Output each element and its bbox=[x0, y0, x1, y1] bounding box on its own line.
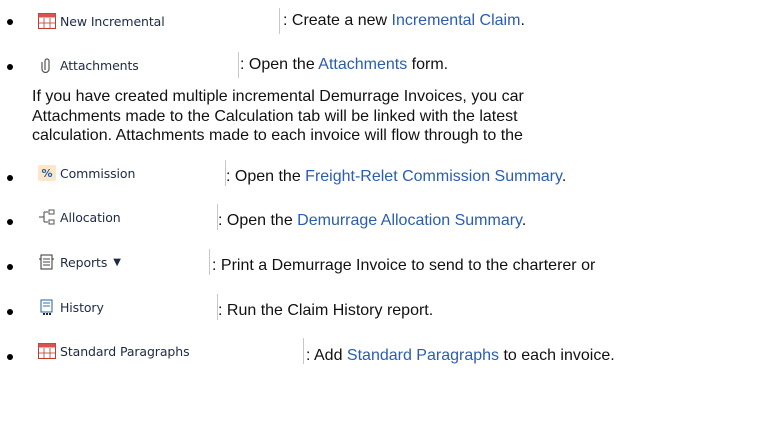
bullet bbox=[7, 64, 13, 70]
chevron-down-icon: ▼ bbox=[113, 256, 121, 268]
bullet bbox=[7, 264, 13, 270]
button-label: Standard Paragraphs bbox=[60, 343, 190, 359]
bullet bbox=[7, 19, 13, 25]
description: : Print a Demurrage Invoice to send to t… bbox=[212, 257, 596, 274]
button-label: Attachments bbox=[60, 57, 139, 73]
list-item: Standard Paragraphs : Add Standard Parag… bbox=[0, 335, 773, 375]
attachments-button[interactable]: Attachments bbox=[32, 52, 239, 78]
incremental-claim-link[interactable]: Incremental Claim bbox=[392, 12, 521, 29]
standard-paragraphs-link[interactable]: Standard Paragraphs bbox=[347, 347, 499, 364]
list-item: Allocation : Open the Demurrage Allocati… bbox=[0, 200, 773, 240]
list-item: New Incremental : Create a new Increment… bbox=[0, 0, 773, 44]
list-item: Attachments : Open the Attachments form. bbox=[0, 45, 773, 85]
note-paragraph: If you have created multiple incremental… bbox=[32, 87, 524, 146]
note-line: Attachments made to the Calculation tab … bbox=[32, 107, 518, 125]
list-item: % Commission : Open the Freight-Relet Co… bbox=[0, 156, 773, 196]
list-item: History : Run the Claim History report. bbox=[0, 290, 773, 330]
description: : Open the Attachments form. bbox=[240, 56, 449, 73]
calendar-grid-icon bbox=[38, 13, 56, 29]
description: : Run the Claim History report. bbox=[218, 302, 434, 319]
attachments-link[interactable]: Attachments bbox=[318, 56, 407, 73]
allocation-summary-link[interactable]: Demurrage Allocation Summary bbox=[297, 212, 522, 229]
history-icon bbox=[38, 299, 56, 315]
button-label: New Incremental bbox=[60, 13, 165, 29]
list-item: Reports ▼ : Print a Demurrage Invoice to… bbox=[0, 245, 773, 285]
button-label: Allocation bbox=[60, 209, 121, 225]
button-label: History bbox=[60, 299, 104, 315]
svg-text:%: % bbox=[42, 167, 53, 180]
history-button[interactable]: History bbox=[32, 294, 218, 320]
bullet bbox=[7, 219, 13, 225]
button-label: Commission bbox=[60, 165, 136, 181]
note-line: If you have created multiple incremental… bbox=[32, 88, 524, 105]
note-line: calculation. Attachments made to each in… bbox=[32, 127, 523, 144]
bullet bbox=[7, 354, 13, 360]
percent-icon: % bbox=[38, 165, 56, 181]
standard-paragraphs-button[interactable]: Standard Paragraphs bbox=[32, 338, 304, 364]
paragraph-grid-icon bbox=[38, 343, 56, 359]
bullet bbox=[7, 175, 13, 181]
description: : Add Standard Paragraphs to each invoic… bbox=[306, 347, 615, 364]
description: : Create a new Incremental Claim. bbox=[283, 12, 525, 29]
commission-button[interactable]: % Commission bbox=[32, 160, 226, 186]
allocation-button[interactable]: Allocation bbox=[32, 204, 218, 230]
description: : Open the Demurrage Allocation Summary. bbox=[218, 212, 527, 229]
bullet bbox=[7, 309, 13, 315]
button-label: Reports bbox=[60, 254, 108, 270]
report-icon bbox=[38, 254, 56, 270]
reports-button[interactable]: Reports ▼ bbox=[32, 249, 210, 275]
commission-summary-link[interactable]: Freight-Relet Commission Summary bbox=[305, 168, 562, 185]
paperclip-icon bbox=[38, 57, 56, 74]
allocation-icon bbox=[38, 209, 56, 225]
description: : Open the Freight-Relet Commission Summ… bbox=[226, 168, 567, 185]
new-incremental-button[interactable]: New Incremental bbox=[32, 8, 280, 34]
